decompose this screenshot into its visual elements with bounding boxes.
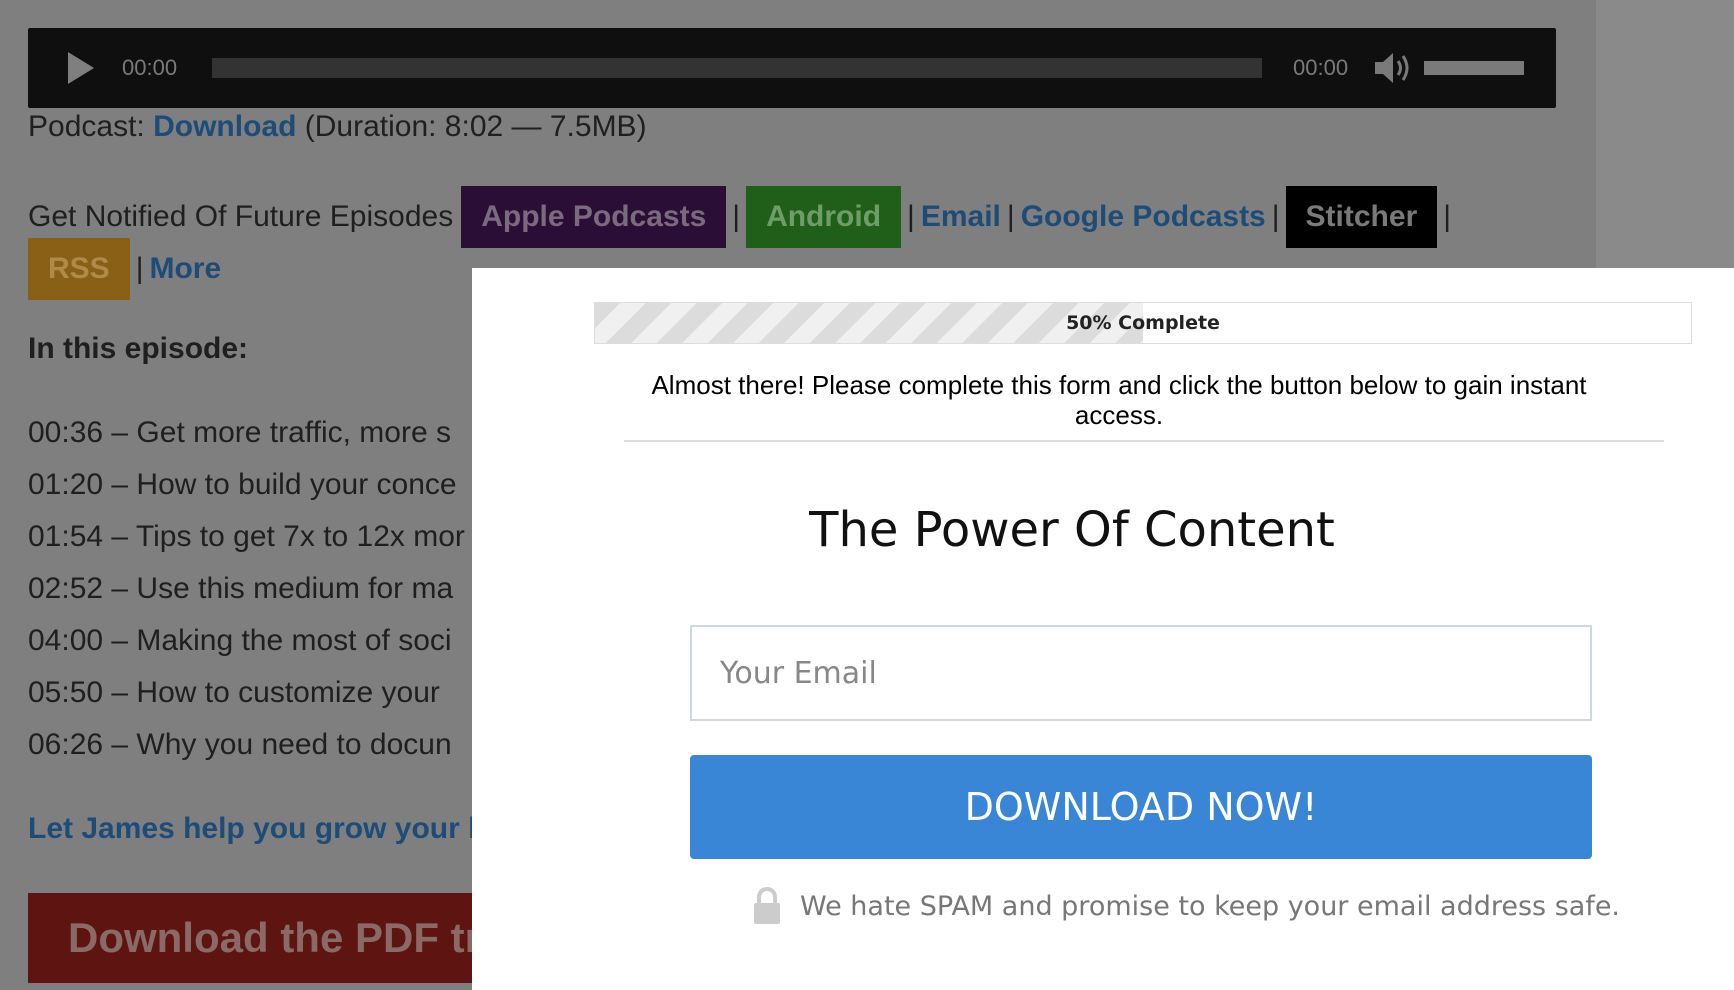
episode-item: 01:54 – Tips to get 7x to 12x mor	[28, 520, 465, 553]
lock-icon	[754, 887, 780, 924]
duration-time: 00:00	[1293, 55, 1349, 80]
modal-title: The Power Of Content	[809, 502, 1335, 558]
volume-icon[interactable]	[1373, 51, 1413, 85]
separator: |	[1443, 200, 1452, 233]
download-now-button[interactable]: DOWNLOAD NOW!	[690, 755, 1592, 859]
separator: |	[1271, 200, 1280, 233]
divider	[624, 440, 1664, 442]
download-pdf-button[interactable]: Download the PDF tr	[28, 893, 508, 983]
audio-player: 00:00 00:00	[28, 28, 1556, 108]
apple-podcasts-button[interactable]: Apple Podcasts	[461, 186, 727, 248]
episode-item: 06:26 – Why you need to docun	[28, 728, 452, 761]
email-subscribe-link[interactable]: Email	[921, 200, 1001, 234]
stitcher-button[interactable]: Stitcher	[1285, 186, 1438, 248]
episode-item: 05:50 – How to customize your	[28, 676, 440, 709]
episode-item: 00:36 – Get more traffic, more s	[28, 416, 451, 449]
notify-label: Get Notified Of Future Episodes	[28, 200, 454, 233]
episode-item: 01:20 – How to build your conce	[28, 468, 457, 501]
google-podcasts-link[interactable]: Google Podcasts	[1021, 200, 1266, 234]
more-link[interactable]: More	[149, 252, 221, 286]
help-grow-link[interactable]: Let James help you grow your b	[28, 812, 486, 846]
optin-modal: 50% Complete Almost there! Please comple…	[472, 268, 1734, 990]
play-icon[interactable]	[68, 52, 94, 84]
podcast-prefix: Podcast:	[28, 110, 145, 143]
podcast-meta: (Duration: 8:02 — 7.5MB)	[304, 110, 647, 143]
separator: |	[135, 252, 144, 285]
progress-bar: 50% Complete	[594, 302, 1692, 344]
seek-bar[interactable]	[212, 58, 1262, 78]
email-input[interactable]	[690, 625, 1592, 721]
episode-heading: In this episode:	[28, 332, 249, 365]
volume-slider[interactable]	[1424, 61, 1524, 75]
separator: |	[732, 200, 741, 233]
subscribe-row-2: RSS | More	[28, 238, 221, 300]
separator: |	[1006, 200, 1015, 233]
current-time: 00:00	[122, 55, 178, 80]
episode-item: 04:00 – Making the most of soci	[28, 624, 452, 657]
android-button[interactable]: Android	[746, 186, 902, 248]
subscribe-row: Get Notified Of Future Episodes Apple Po…	[28, 186, 1457, 248]
podcast-download-line: Podcast: Download (Duration: 8:02 — 7.5M…	[28, 110, 647, 144]
spam-note-text: We hate SPAM and promise to keep your em…	[800, 890, 1621, 922]
separator: |	[907, 200, 915, 233]
rss-button[interactable]: RSS	[28, 238, 130, 300]
download-link[interactable]: Download	[153, 110, 296, 143]
spam-notice: We hate SPAM and promise to keep your em…	[752, 886, 1620, 926]
episode-item: 02:52 – Use this medium for ma	[28, 572, 454, 605]
instructions-text: Almost there! Please complete this form …	[651, 370, 1587, 430]
progress-label: 50% Complete	[1066, 312, 1220, 334]
